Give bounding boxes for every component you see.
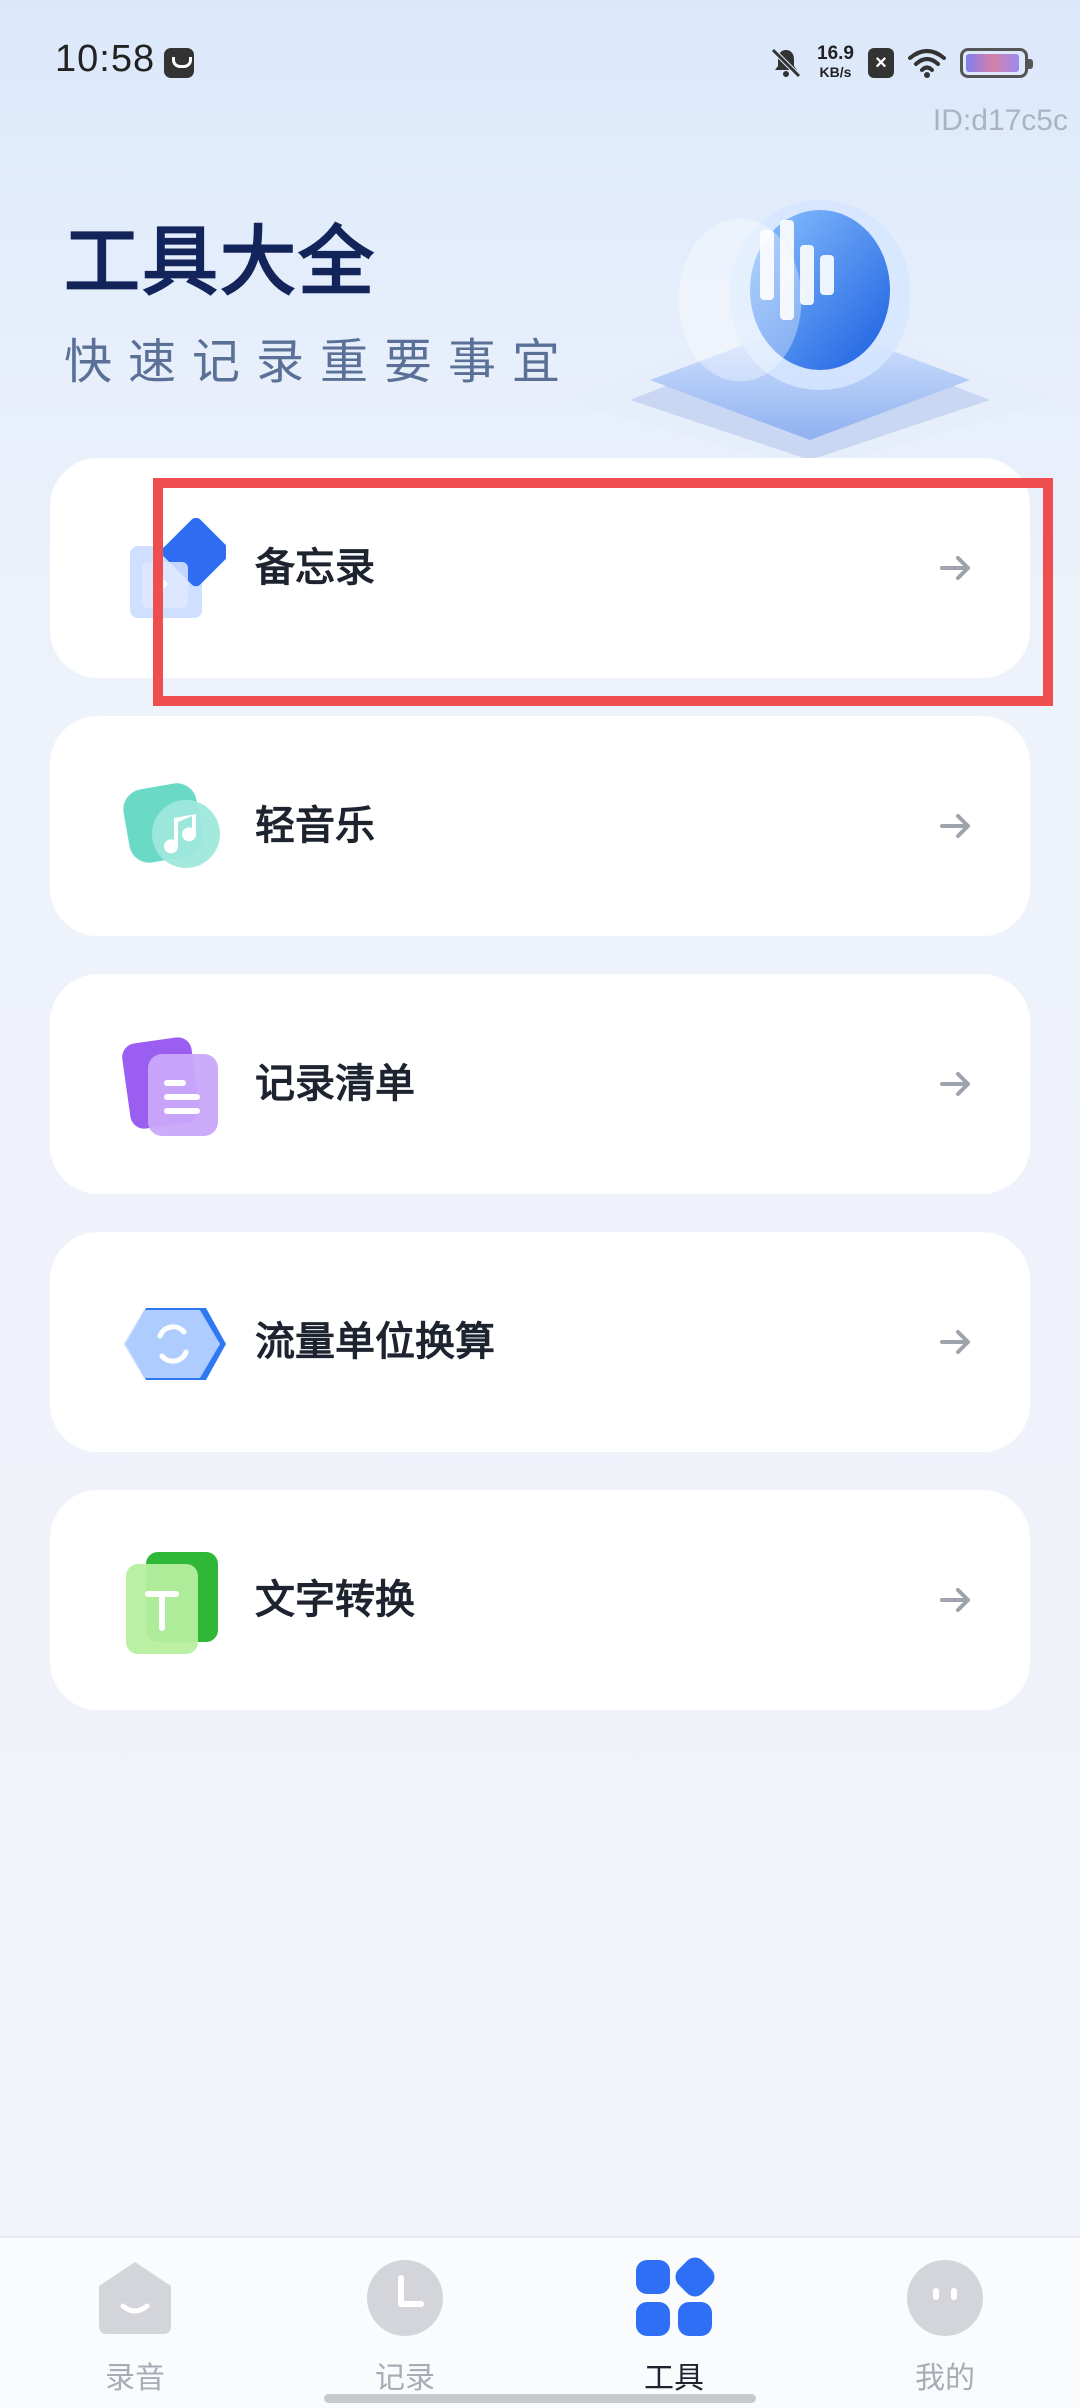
nav-item-history[interactable]: 记录 xyxy=(325,2256,485,2397)
tool-label: 流量单位换算 xyxy=(255,1320,495,1364)
text-convert-icon xyxy=(126,1552,218,1654)
music-note-icon xyxy=(123,783,220,868)
nav-item-profile[interactable]: 我的 xyxy=(865,2256,1025,2397)
arrow-right-icon xyxy=(940,1330,970,1354)
nav-item-tools[interactable]: 工具 xyxy=(594,2256,754,2397)
notification-app-icon xyxy=(164,48,194,78)
net-speed: 16.9 KB/s xyxy=(817,43,854,81)
nav-label: 我的 xyxy=(915,2362,975,2395)
status-bar: 10:58 16.9 KB/s × ID:d17c5c xyxy=(0,0,1080,137)
highlight-box xyxy=(153,478,1053,706)
device-id: ID:d17c5c xyxy=(932,104,1068,137)
checklist-icon xyxy=(122,1037,218,1136)
net-speed-unit: KB/s xyxy=(819,64,852,80)
profile-icon xyxy=(907,2260,983,2336)
sim-off-icon: × xyxy=(868,48,894,78)
record-icon xyxy=(99,2262,171,2334)
status-time: 10:58 xyxy=(55,38,156,80)
tool-label: 轻音乐 xyxy=(255,804,375,848)
arrow-right-icon xyxy=(940,1072,970,1096)
mute-bell-icon xyxy=(771,48,801,78)
tool-card-convert[interactable]: 流量单位换算 xyxy=(50,1232,1030,1452)
tool-card-checklist[interactable]: 记录清单 xyxy=(50,974,1030,1194)
arrow-right-icon xyxy=(940,1588,970,1612)
net-speed-value: 16.9 xyxy=(817,43,854,64)
tool-card-text-convert[interactable]: 文字转换 xyxy=(50,1490,1030,1710)
nav-label: 工具 xyxy=(644,2362,704,2395)
grid-icon xyxy=(636,2257,715,2336)
status-icons: 16.9 KB/s × xyxy=(769,40,1033,86)
wifi-icon xyxy=(908,49,946,78)
tool-card-music[interactable]: 轻音乐 xyxy=(50,716,1030,936)
bottom-nav: 录音 记录 工具 我的 xyxy=(0,2236,1080,2408)
clock-icon xyxy=(367,2260,443,2336)
home-indicator[interactable] xyxy=(324,2394,756,2403)
page-title: 工具大全 xyxy=(64,217,376,306)
hero-illustration xyxy=(560,200,1060,470)
tool-label: 记录清单 xyxy=(255,1062,415,1106)
convert-icon xyxy=(124,1308,226,1380)
tool-label: 文字转换 xyxy=(255,1578,415,1622)
battery-icon xyxy=(960,48,1033,78)
page-subtitle: 快速记录重要事宜 xyxy=(64,336,577,389)
nav-item-record[interactable]: 录音 xyxy=(55,2256,215,2397)
nav-label: 录音 xyxy=(105,2362,165,2395)
nav-label: 记录 xyxy=(375,2362,435,2395)
arrow-right-icon xyxy=(940,814,970,838)
battery-level xyxy=(966,54,1020,72)
